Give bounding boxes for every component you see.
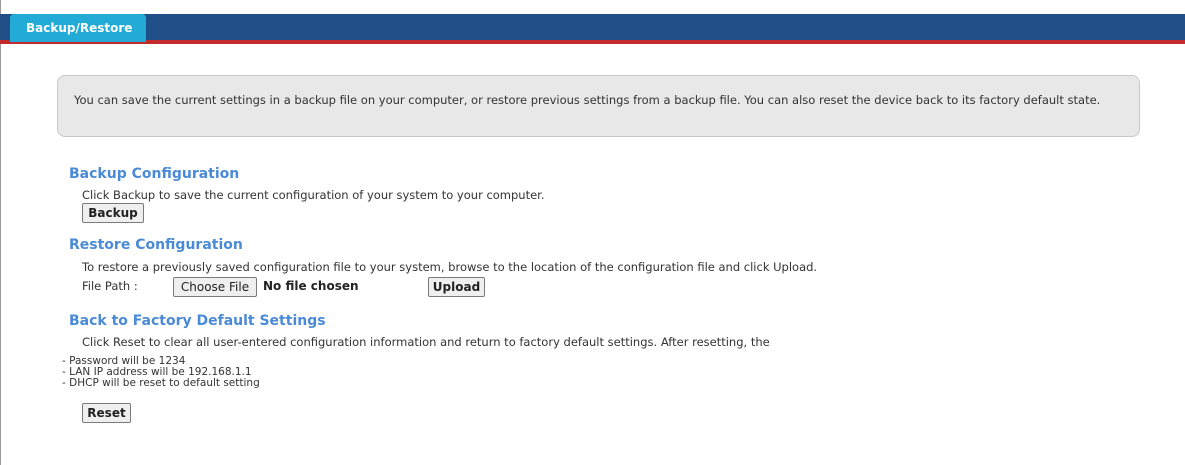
restore-section-title: Restore Configuration bbox=[69, 237, 243, 253]
upload-button[interactable]: Upload bbox=[428, 277, 485, 297]
header-bar bbox=[0, 14, 1185, 40]
factory-section-title: Back to Factory Default Settings bbox=[69, 313, 326, 329]
backup-description: Click Backup to save the current configu… bbox=[82, 188, 545, 202]
info-text: You can save the current settings in a b… bbox=[74, 93, 1101, 107]
page-frame bbox=[0, 0, 1185, 465]
factory-description: Click Reset to clear all user-entered co… bbox=[82, 335, 770, 349]
header-accent-rule bbox=[0, 40, 1185, 44]
restore-description: To restore a previously saved configurat… bbox=[82, 260, 818, 274]
tab-backup-restore[interactable]: Backup/Restore bbox=[10, 14, 146, 42]
no-file-chosen-text: No file chosen bbox=[263, 279, 359, 293]
info-box: You can save the current settings in a b… bbox=[57, 75, 1140, 137]
backup-section-title: Backup Configuration bbox=[69, 166, 240, 182]
choose-file-button[interactable]: Choose File bbox=[173, 277, 257, 297]
file-path-label: File Path : bbox=[82, 279, 138, 293]
backup-button[interactable]: Backup bbox=[82, 203, 144, 223]
note-dhcp: - DHCP will be reset to default setting bbox=[62, 377, 260, 389]
reset-button[interactable]: Reset bbox=[82, 403, 131, 423]
